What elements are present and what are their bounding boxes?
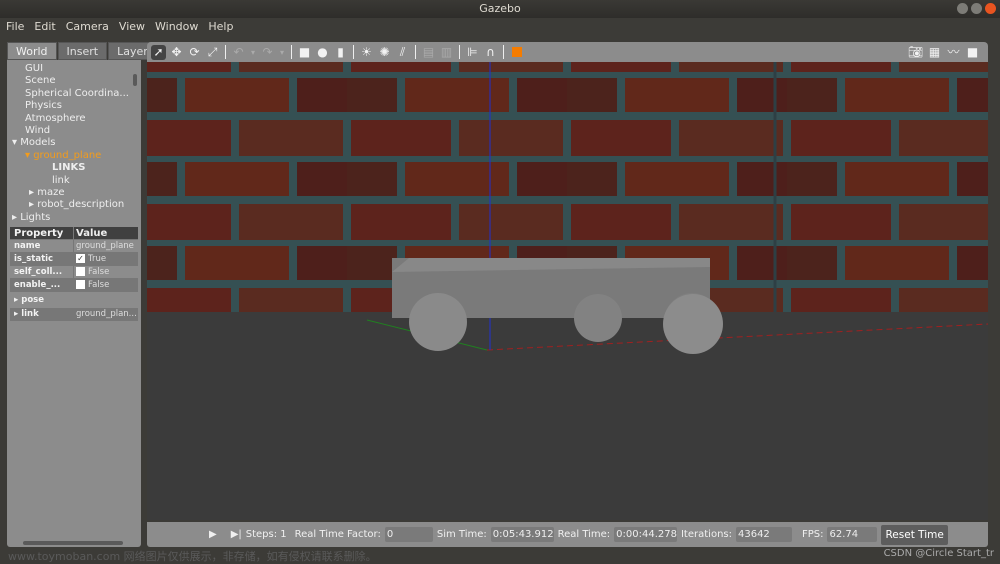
menu-window[interactable]: Window [155, 18, 198, 36]
iterations-value: 43642 [735, 527, 792, 542]
spot-light-icon[interactable]: ✺ [377, 45, 392, 60]
tree-item-atmosphere[interactable]: Atmosphere [7, 113, 141, 125]
view-angle-icon[interactable] [509, 45, 524, 60]
bottom-bar: ▶ ▶| Steps: 1 Real Time Factor: 0 Sim Ti… [147, 522, 988, 547]
expand-right-icon[interactable]: ▸ [12, 212, 20, 223]
real-time-label: Real Time: [557, 529, 611, 540]
minimize-button[interactable] [957, 3, 968, 14]
expand-down-icon[interactable]: ▾ [25, 150, 33, 161]
log-icon[interactable]: ▦ [927, 44, 942, 59]
property-link[interactable]: ▸ link ground_plan... [10, 308, 138, 321]
tree-item-robot-description[interactable]: ▸ robot_description [7, 199, 141, 211]
plot-icon[interactable]: 〰 [946, 44, 961, 59]
video-record-icon[interactable]: ■ [965, 44, 980, 59]
scene-render [147, 62, 988, 520]
tree-item-spherical[interactable]: Spherical Coordina... [7, 88, 141, 100]
copy-icon[interactable]: ▤ [421, 45, 436, 60]
sim-time-value: 0:05:43.912 [490, 527, 554, 542]
tree-item-maze[interactable]: ▸ maze [7, 187, 141, 199]
title-bar: Gazebo [0, 0, 1000, 18]
ground-plane [147, 312, 988, 520]
expand-right-icon[interactable]: ▸ [29, 187, 37, 198]
paste-icon[interactable]: ▥ [439, 45, 454, 60]
sphere-icon[interactable]: ● [315, 45, 330, 60]
menu-file[interactable]: File [6, 18, 24, 36]
tree-item-gui[interactable]: GUI [7, 63, 141, 75]
translate-icon[interactable]: ✥ [169, 45, 184, 60]
left-panel: World Insert Layers GUI Scene Spherical … [7, 42, 163, 547]
select-arrow-icon[interactable]: ➚ [151, 44, 166, 60]
tree-item-links: LINKS [52, 162, 86, 174]
tree-item-scene[interactable]: Scene [7, 75, 141, 87]
undo-icon[interactable]: ↶ [231, 45, 246, 60]
3d-viewport[interactable] [147, 62, 988, 520]
menu-edit[interactable]: Edit [34, 18, 55, 36]
fps-value: 62.74 [827, 527, 878, 542]
checkbox-checked[interactable]: ✓ [76, 254, 85, 263]
property-table: Property Value name ground_plane is_static… [7, 227, 141, 321]
property-pose[interactable]: ▸ pose [10, 294, 138, 307]
sim-time-label: Sim Time: [436, 529, 487, 540]
menu-camera[interactable]: Camera [66, 18, 109, 36]
tree-item-wind[interactable]: Wind [7, 125, 141, 137]
checkbox-unchecked[interactable] [76, 267, 85, 276]
watermark-left: www.toymoban.com 网络图片仅供展示，非存储，如有侵权请联系删除。 [8, 550, 377, 563]
property-key: self_coll... [10, 266, 74, 278]
toolbar: ➚ ✥ ⟳ ⤢ ↶ ▾ ↷ ▾ ■ ● ▮ ☀ ✺ ⫽ ▤ ▥ ⊫ ∩ 📷︎ ▦ 〰… [147, 42, 988, 62]
directional-light-icon[interactable]: ⫽ [395, 45, 410, 60]
redo-dropdown-icon[interactable]: ▾ [278, 45, 286, 60]
box-icon[interactable]: ■ [297, 45, 312, 60]
world-tree: GUI Scene Spherical Coordina... Physics … [7, 60, 141, 225]
undo-dropdown-icon[interactable]: ▾ [249, 45, 257, 60]
panel-scrollbar[interactable] [23, 541, 123, 545]
snap-icon[interactable]: ∩ [483, 45, 498, 60]
screenshot-icon[interactable]: 📷︎ [908, 44, 923, 59]
window-title: Gazebo [479, 2, 521, 15]
align-icon[interactable]: ⊫ [465, 45, 480, 60]
reset-time-button[interactable]: Reset Time [881, 524, 948, 545]
value-header: Value [76, 228, 108, 239]
rotate-icon[interactable]: ⟳ [187, 45, 202, 60]
tab-world[interactable]: World [7, 42, 57, 60]
tab-insert[interactable]: Insert [57, 42, 108, 60]
tree-item-link[interactable]: link [7, 175, 141, 187]
iterations-label: Iterations: [680, 529, 732, 540]
property-key: enable_... [10, 279, 74, 291]
cylinder-icon[interactable]: ▮ [333, 45, 348, 60]
watermark-right: CSDN @Circle Start_tr [883, 548, 994, 559]
tree-item-models[interactable]: ▾ Models [7, 137, 141, 149]
property-header: Property [10, 227, 74, 239]
menu-help[interactable]: Help [208, 18, 233, 36]
tree-item-lights[interactable]: ▸ Lights [7, 212, 141, 224]
property-key: name [10, 240, 74, 252]
steps-control[interactable]: Steps: 1 [246, 529, 287, 540]
point-light-icon[interactable]: ☀ [359, 45, 374, 60]
expand-down-icon[interactable]: ▾ [12, 137, 20, 148]
property-value: ground_plane [76, 241, 134, 251]
close-button[interactable] [985, 3, 996, 14]
step-icon[interactable]: ▶| [231, 529, 242, 540]
checkbox-unchecked[interactable] [76, 280, 85, 289]
redo-icon[interactable]: ↷ [260, 45, 275, 60]
fps-label: FPS: [801, 529, 824, 540]
rtf-label: Real Time Factor: [294, 529, 381, 540]
tree-item-ground-plane[interactable]: ▾ ground_plane [7, 150, 141, 162]
tree-item-physics[interactable]: Physics [7, 100, 141, 112]
scale-icon[interactable]: ⤢ [205, 45, 220, 60]
real-time-value: 0:00:44.278 [614, 527, 677, 542]
expand-right-icon[interactable]: ▸ [29, 199, 37, 210]
property-key: is_static [10, 253, 74, 265]
rtf-value: 0 [384, 527, 433, 542]
play-icon[interactable]: ▶ [209, 529, 217, 540]
menu-bar: File Edit Camera View Window Help [0, 18, 1000, 36]
menu-view[interactable]: View [119, 18, 145, 36]
tree-scrollbar[interactable] [133, 74, 137, 87]
maximize-button[interactable] [971, 3, 982, 14]
